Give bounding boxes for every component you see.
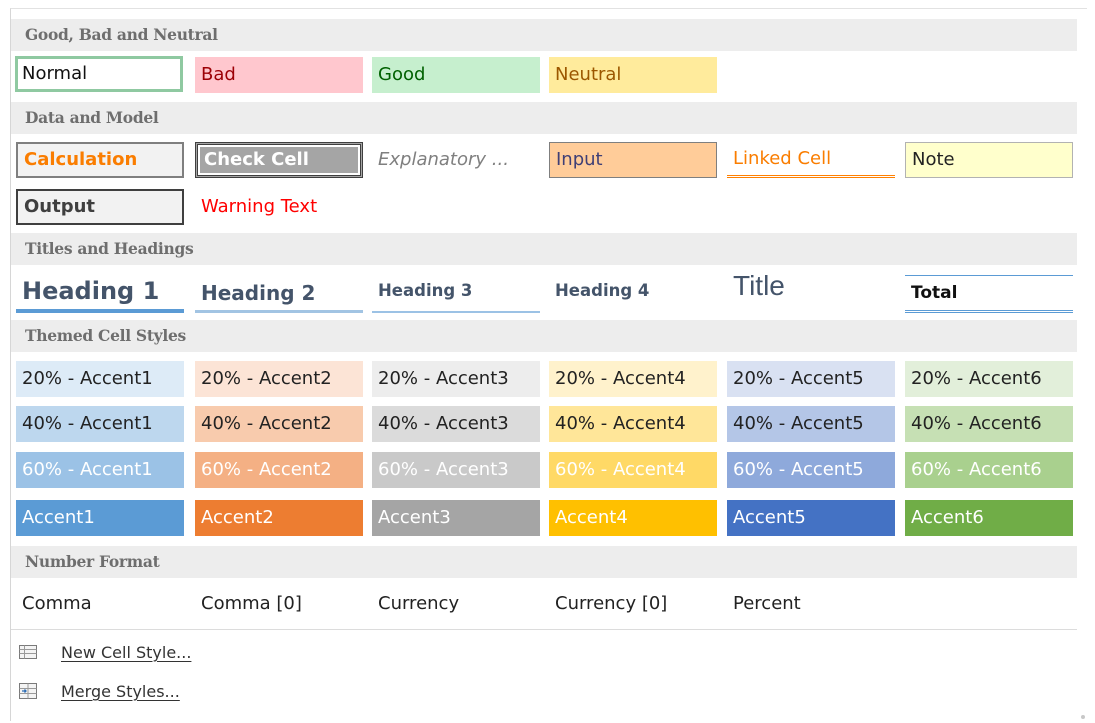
style-good[interactable]: Good — [372, 57, 540, 93]
style-60-accent2[interactable]: 60% - Accent2 — [195, 452, 363, 488]
style-normal[interactable]: Normal — [15, 56, 183, 92]
style-40-accent2[interactable]: 40% - Accent2 — [195, 406, 363, 442]
cell-styles-gallery: Good, Bad and Neutral Normal Bad Good Ne… — [10, 8, 1087, 721]
style-60-accent3[interactable]: 60% - Accent3 — [372, 452, 540, 488]
section-header-themed: Themed Cell Styles — [11, 320, 1077, 352]
style-neutral[interactable]: Neutral — [549, 57, 717, 93]
new-cell-style-label: New Cell Style... — [61, 642, 192, 662]
style-heading-1[interactable]: Heading 1 — [16, 273, 184, 313]
style-20-accent3[interactable]: 20% - Accent3 — [372, 361, 540, 397]
style-40-accent6[interactable]: 40% - Accent6 — [905, 406, 1073, 442]
style-explanatory[interactable]: Explanatory ... — [372, 142, 540, 178]
style-60-accent4[interactable]: 60% - Accent4 — [549, 452, 717, 488]
section-header-number-format: Number Format — [11, 546, 1077, 578]
style-60-accent1[interactable]: 60% - Accent1 — [16, 452, 184, 488]
style-bad[interactable]: Bad — [195, 57, 363, 93]
style-percent[interactable]: Percent — [727, 586, 895, 622]
style-calculation[interactable]: Calculation — [16, 142, 184, 178]
style-note[interactable]: Note — [905, 142, 1073, 178]
style-input[interactable]: Input — [549, 142, 717, 178]
style-check-cell[interactable]: Check Cell — [195, 142, 363, 178]
merge-styles-label: Merge Styles... — [61, 681, 180, 701]
menu-divider — [11, 629, 1077, 630]
style-60-accent5[interactable]: 60% - Accent5 — [727, 452, 895, 488]
style-20-accent5[interactable]: 20% - Accent5 — [727, 361, 895, 397]
merge-styles-menu-item[interactable]: Merge Styles... — [17, 676, 180, 706]
style-accent5[interactable]: Accent5 — [727, 500, 895, 536]
style-accent1[interactable]: Accent1 — [16, 500, 184, 536]
style-warning-text[interactable]: Warning Text — [195, 189, 363, 225]
style-total[interactable]: Total — [905, 275, 1073, 313]
style-40-accent4[interactable]: 40% - Accent4 — [549, 406, 717, 442]
style-heading-3[interactable]: Heading 3 — [372, 271, 540, 313]
new-cell-style-menu-item[interactable]: New Cell Style... — [17, 637, 191, 667]
style-20-accent1[interactable]: 20% - Accent1 — [16, 361, 184, 397]
style-60-accent6[interactable]: 60% - Accent6 — [905, 452, 1073, 488]
style-20-accent2[interactable]: 20% - Accent2 — [195, 361, 363, 397]
style-linked-cell[interactable]: Linked Cell — [727, 142, 895, 178]
style-heading-2[interactable]: Heading 2 — [195, 273, 363, 313]
style-40-accent1[interactable]: 40% - Accent1 — [16, 406, 184, 442]
style-40-accent3[interactable]: 40% - Accent3 — [372, 406, 540, 442]
style-accent4[interactable]: Accent4 — [549, 500, 717, 536]
merge-styles-icon — [17, 680, 39, 702]
section-header-data-model: Data and Model — [11, 102, 1077, 134]
style-currency[interactable]: Currency — [372, 586, 540, 622]
resize-grip[interactable] — [1081, 715, 1085, 719]
style-accent6[interactable]: Accent6 — [905, 500, 1073, 536]
style-accent3[interactable]: Accent3 — [372, 500, 540, 536]
style-currency-0[interactable]: Currency [0] — [549, 586, 717, 622]
style-20-accent6[interactable]: 20% - Accent6 — [905, 361, 1073, 397]
style-20-accent4[interactable]: 20% - Accent4 — [549, 361, 717, 397]
style-output[interactable]: Output — [16, 189, 184, 225]
new-cell-style-icon — [17, 641, 39, 663]
style-accent2[interactable]: Accent2 — [195, 500, 363, 536]
section-header-good-bad-neutral: Good, Bad and Neutral — [11, 19, 1077, 51]
style-heading-4[interactable]: Heading 4 — [549, 271, 717, 313]
style-comma[interactable]: Comma — [16, 586, 184, 622]
style-comma-0[interactable]: Comma [0] — [195, 586, 363, 622]
style-40-accent5[interactable]: 40% - Accent5 — [727, 406, 895, 442]
style-title[interactable]: Title — [727, 271, 895, 307]
section-header-titles-headings: Titles and Headings — [11, 233, 1077, 265]
